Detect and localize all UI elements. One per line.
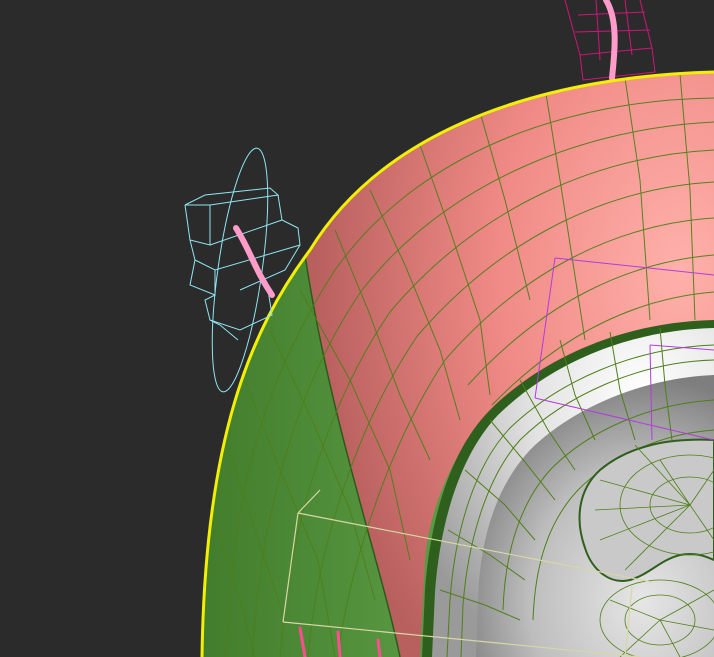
bone-helper-top[interactable]	[564, 0, 656, 81]
viewport-canvas[interactable]	[0, 0, 714, 657]
3d-viewport[interactable]	[0, 0, 714, 657]
